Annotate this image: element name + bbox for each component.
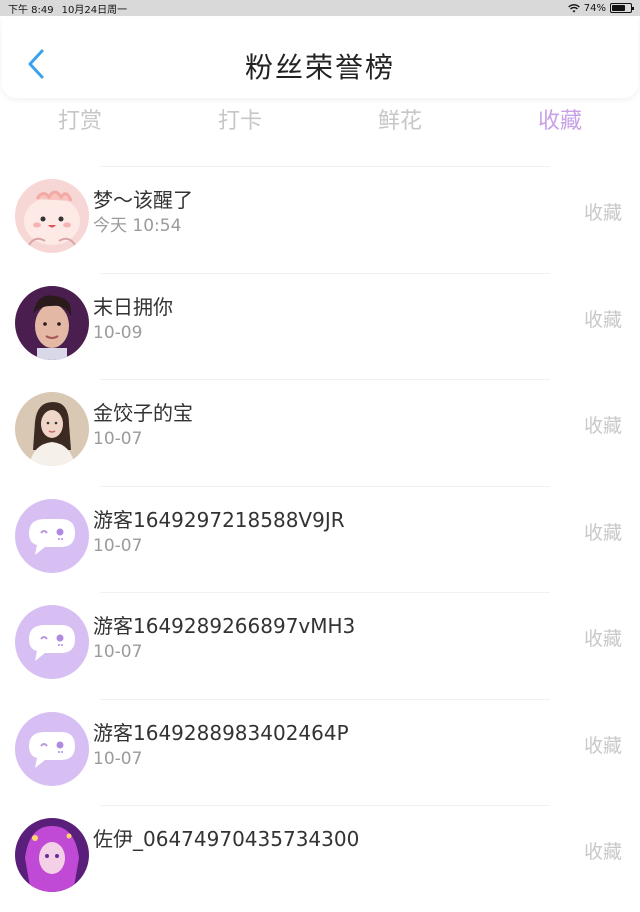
status-date: 10月24日周一 <box>61 4 128 16</box>
battery-fill <box>612 5 625 11</box>
status-time: 下午 8:49 <box>8 4 54 16</box>
guest-chat-avatar[interactable] <box>15 498 89 573</box>
list-item[interactable]: 金饺子的宝 10-07 收藏 <box>0 379 640 486</box>
guest-chat-avatar[interactable] <box>15 711 89 786</box>
fan-info: 佐伊_06474970435734300 <box>93 825 359 853</box>
list-item[interactable]: 游客1649297218588V9JR 10-07 收藏 <box>0 485 640 593</box>
wifi-icon <box>568 3 580 12</box>
list-item[interactable]: 游客1649289266897vMH3 10-07 收藏 <box>0 592 640 699</box>
page-title: 粉丝荣誉榜 <box>244 51 395 84</box>
favorite-label: 收藏 <box>583 734 622 757</box>
list-item[interactable]: 佐伊_06474970435734300 收藏 <box>0 805 640 912</box>
tab-favorites[interactable]: 收藏 <box>480 100 640 144</box>
man-portrait-avatar[interactable] <box>15 285 89 360</box>
fan-time: 今天 10:54 <box>93 216 182 236</box>
fan-info: 游客1649289266897vMH3 10-07 <box>93 612 355 664</box>
favorite-label: 收藏 <box>583 415 622 437</box>
fan-name: 金饺子的宝 <box>93 401 193 425</box>
favorite-label: 收藏 <box>583 628 622 650</box>
tab-checkin[interactable]: 打卡 <box>160 100 320 144</box>
tab-bar: 打赏 打卡 鲜花 收藏 <box>0 100 640 144</box>
girl-portrait-avatar[interactable] <box>15 392 89 466</box>
guest-chat-avatar[interactable] <box>15 605 89 679</box>
fan-time: 10-07 <box>93 642 143 662</box>
favorite-label: 收藏 <box>583 202 622 224</box>
fan-name: 末日拥你 <box>93 294 173 319</box>
fan-info: 游客1649288983402464P 10-07 <box>93 719 349 771</box>
fan-list: 梦～该醒了 今天 10:54 收藏 末日拥你 10-09 收藏 金饺子的宝 10… <box>0 166 640 912</box>
fan-name: 佐伊_06474970435734300 <box>93 827 360 851</box>
fan-time: 10-09 <box>93 322 143 343</box>
tab-flowers[interactable]: 鲜花 <box>320 100 480 144</box>
list-item[interactable]: 梦～该醒了 今天 10:54 收藏 <box>0 166 640 273</box>
favorite-label: 收藏 <box>583 841 622 863</box>
fan-name: 游客1649288983402464P <box>93 720 349 745</box>
favorite-label: 收藏 <box>583 308 622 331</box>
fan-info: 梦～该醒了 今天 10:54 <box>93 186 193 238</box>
list-item[interactable]: 末日拥你 10-09 收藏 <box>0 272 640 380</box>
battery-percent: 74% <box>583 2 606 14</box>
fan-time: 10-07 <box>93 535 143 556</box>
list-item[interactable]: 游客1649288983402464P 10-07 收藏 <box>0 698 640 806</box>
battery-icon <box>610 3 634 13</box>
fan-info: 金饺子的宝 10-07 <box>93 399 193 451</box>
tab-reward[interactable]: 打赏 <box>0 100 160 144</box>
nav-bar: 粉丝荣誉榜 <box>2 18 638 98</box>
anime-character-avatar[interactable] <box>15 818 89 892</box>
pink-cartoon-avatar[interactable] <box>15 179 89 253</box>
status-bar: 下午 8:49 10月24日周一 74% <box>0 0 640 16</box>
fan-name: 游客1649297218588V9JR <box>93 507 345 532</box>
fan-name: 游客1649289266897vMH3 <box>93 614 356 638</box>
fan-info: 末日拥你 10-09 <box>93 293 173 345</box>
fan-time: 10-07 <box>93 748 143 769</box>
fan-name: 梦～该醒了 <box>93 188 193 212</box>
fan-info: 游客1649297218588V9JR 10-07 <box>93 506 345 558</box>
fan-time: 10-07 <box>93 429 143 449</box>
favorite-label: 收藏 <box>583 521 622 544</box>
